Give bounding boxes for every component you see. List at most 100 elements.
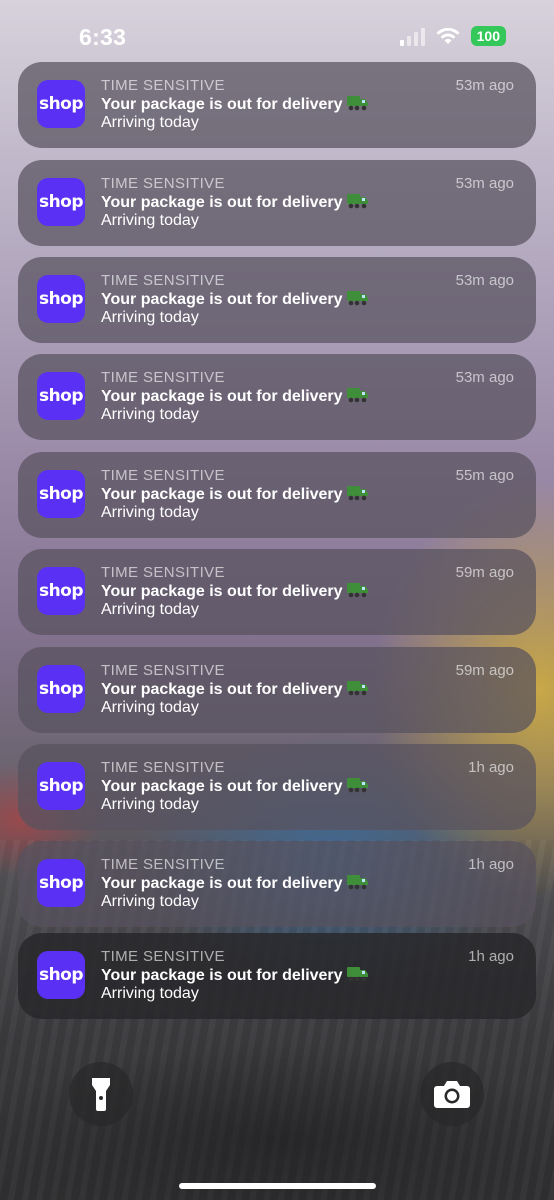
delivery-truck-icon bbox=[346, 486, 368, 501]
notification-body: Arriving today bbox=[101, 796, 199, 813]
app-icon-label: shop bbox=[38, 679, 84, 699]
battery-indicator: 100 bbox=[470, 26, 506, 46]
shop-app-icon: shop bbox=[37, 178, 85, 226]
notification-title-row: Your package is out for delivery bbox=[101, 680, 369, 699]
notification-title-row: Your package is out for delivery bbox=[101, 874, 369, 893]
notification-time: 59m ago bbox=[455, 662, 514, 679]
notification-header: TIME SENSITIVE bbox=[101, 856, 225, 873]
shop-app-icon: shop bbox=[37, 567, 85, 615]
notification-card[interactable]: shop TIME SENSITIVE 1h ago Your package … bbox=[18, 744, 536, 830]
app-icon-label: shop bbox=[38, 965, 84, 985]
notification-title-row: Your package is out for delivery bbox=[101, 777, 369, 796]
notification-card[interactable]: shop TIME SENSITIVE 1h ago Your package … bbox=[18, 841, 536, 927]
delivery-truck-icon bbox=[346, 875, 368, 890]
notification-card[interactable]: shop TIME SENSITIVE 53m ago Your package… bbox=[18, 62, 536, 148]
notification-time: 1h ago bbox=[468, 948, 514, 965]
notification-time: 59m ago bbox=[455, 564, 514, 581]
notification-title: Your package is out for delivery bbox=[101, 583, 343, 600]
notification-header: TIME SENSITIVE bbox=[101, 77, 225, 94]
shop-app-icon: shop bbox=[37, 80, 85, 128]
notification-body: Arriving today bbox=[101, 601, 199, 618]
delivery-truck-icon bbox=[346, 583, 368, 598]
notification-title: Your package is out for delivery bbox=[101, 778, 343, 795]
notification-title: Your package is out for delivery bbox=[101, 388, 343, 405]
notification-time: 53m ago bbox=[455, 77, 514, 94]
notification-card[interactable]: shop TIME SENSITIVE 1h ago Your package … bbox=[18, 933, 536, 1019]
camera-icon bbox=[434, 1081, 470, 1108]
app-icon-label: shop bbox=[38, 386, 84, 406]
notification-header: TIME SENSITIVE bbox=[101, 175, 225, 192]
notification-body: Arriving today bbox=[101, 309, 199, 326]
notification-body: Arriving today bbox=[101, 504, 199, 521]
shop-app-icon: shop bbox=[37, 372, 85, 420]
notification-header: TIME SENSITIVE bbox=[101, 662, 225, 679]
home-indicator[interactable] bbox=[179, 1183, 376, 1189]
delivery-truck-icon bbox=[346, 388, 368, 403]
app-icon-label: shop bbox=[38, 581, 84, 601]
flashlight-button[interactable] bbox=[69, 1062, 133, 1126]
notification-time: 1h ago bbox=[468, 759, 514, 776]
notification-title-row: Your package is out for delivery bbox=[101, 582, 369, 601]
notification-body: Arriving today bbox=[101, 212, 199, 229]
notification-title-row: Your package is out for delivery bbox=[101, 387, 369, 406]
shop-app-icon: shop bbox=[37, 951, 85, 999]
notification-title: Your package is out for delivery bbox=[101, 967, 343, 984]
notification-header: TIME SENSITIVE bbox=[101, 467, 225, 484]
shop-app-icon: shop bbox=[37, 665, 85, 713]
notification-card[interactable]: shop TIME SENSITIVE 53m ago Your package… bbox=[18, 257, 536, 343]
notification-header: TIME SENSITIVE bbox=[101, 272, 225, 289]
notification-time: 55m ago bbox=[455, 467, 514, 484]
notification-title-row: Your package is out for delivery bbox=[101, 95, 369, 114]
notification-header: TIME SENSITIVE bbox=[101, 564, 225, 581]
app-icon-label: shop bbox=[38, 94, 84, 114]
notification-body: Arriving today bbox=[101, 114, 199, 131]
shop-app-icon: shop bbox=[37, 275, 85, 323]
notification-time: 1h ago bbox=[468, 856, 514, 873]
notification-body: Arriving today bbox=[101, 985, 199, 1002]
delivery-truck-icon bbox=[346, 778, 368, 793]
delivery-truck-icon bbox=[346, 967, 368, 982]
notification-title-row: Your package is out for delivery bbox=[101, 966, 369, 985]
notification-card[interactable]: shop TIME SENSITIVE 53m ago Your package… bbox=[18, 354, 536, 440]
notification-body: Arriving today bbox=[101, 893, 199, 910]
notification-time: 53m ago bbox=[455, 272, 514, 289]
notification-header: TIME SENSITIVE bbox=[101, 369, 225, 386]
notification-card[interactable]: shop TIME SENSITIVE 55m ago Your package… bbox=[18, 452, 536, 538]
shop-app-icon: shop bbox=[37, 470, 85, 518]
delivery-truck-icon bbox=[346, 96, 368, 111]
app-icon-label: shop bbox=[38, 192, 84, 212]
app-icon-label: shop bbox=[38, 484, 84, 504]
delivery-truck-icon bbox=[346, 291, 368, 306]
delivery-truck-icon bbox=[346, 681, 368, 696]
notification-time: 53m ago bbox=[455, 369, 514, 386]
shop-app-icon: shop bbox=[37, 859, 85, 907]
notification-title: Your package is out for delivery bbox=[101, 291, 343, 308]
notification-header: TIME SENSITIVE bbox=[101, 759, 225, 776]
notification-body: Arriving today bbox=[101, 699, 199, 716]
notification-body: Arriving today bbox=[101, 406, 199, 423]
app-icon-label: shop bbox=[38, 289, 84, 309]
notification-time: 53m ago bbox=[455, 175, 514, 192]
notification-title: Your package is out for delivery bbox=[101, 96, 343, 113]
app-icon-label: shop bbox=[38, 873, 84, 893]
flashlight-icon bbox=[92, 1078, 110, 1111]
notification-title: Your package is out for delivery bbox=[101, 194, 343, 211]
notification-card[interactable]: shop TIME SENSITIVE 59m ago Your package… bbox=[18, 647, 536, 733]
delivery-truck-icon bbox=[346, 194, 368, 209]
status-icons: 100 bbox=[399, 26, 506, 46]
camera-button[interactable] bbox=[420, 1062, 484, 1126]
notification-card[interactable]: shop TIME SENSITIVE 53m ago Your package… bbox=[18, 160, 536, 246]
notification-title: Your package is out for delivery bbox=[101, 486, 343, 503]
notification-title-row: Your package is out for delivery bbox=[101, 193, 369, 212]
notification-title-row: Your package is out for delivery bbox=[101, 290, 369, 309]
wifi-icon bbox=[436, 27, 460, 44]
shop-app-icon: shop bbox=[37, 762, 85, 810]
status-time: 6:33 bbox=[79, 24, 127, 50]
notification-title-row: Your package is out for delivery bbox=[101, 485, 369, 504]
notification-header: TIME SENSITIVE bbox=[101, 948, 225, 965]
notification-card[interactable]: shop TIME SENSITIVE 59m ago Your package… bbox=[18, 549, 536, 635]
app-icon-label: shop bbox=[38, 776, 84, 796]
cellular-signal-icon bbox=[399, 26, 425, 46]
notification-title: Your package is out for delivery bbox=[101, 681, 343, 698]
notification-title: Your package is out for delivery bbox=[101, 875, 343, 892]
